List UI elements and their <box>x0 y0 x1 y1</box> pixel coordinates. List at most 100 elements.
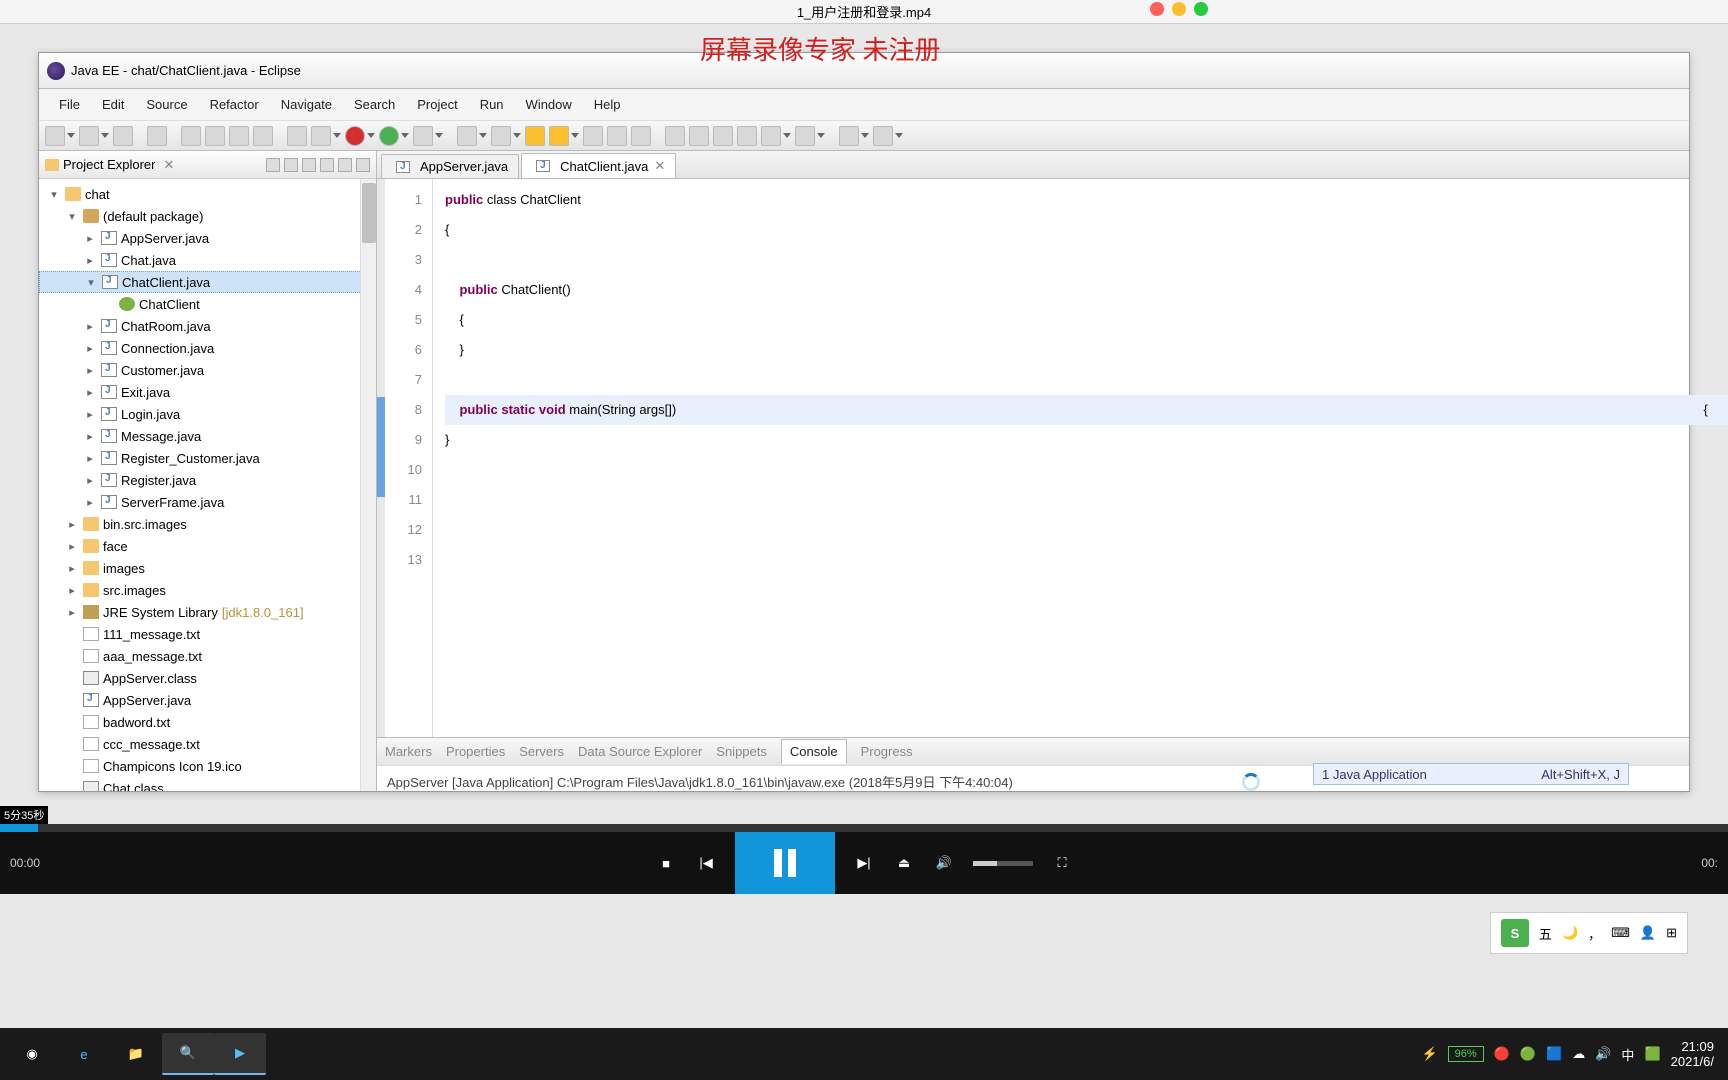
chevron-down-icon[interactable] <box>513 133 521 138</box>
stop-button[interactable]: ■ <box>655 852 677 874</box>
tree-node[interactable]: Champicons Icon 19.ico <box>39 755 376 777</box>
tree-node[interactable]: ▸Customer.java <box>39 359 376 381</box>
step-button[interactable] <box>229 126 249 146</box>
minimize-icon[interactable] <box>1172 2 1186 16</box>
tree-node[interactable]: Chat.class <box>39 777 376 791</box>
volume-slider[interactable] <box>973 861 1033 866</box>
tray-icon[interactable]: 🟢 <box>1520 1046 1536 1062</box>
prev-button[interactable]: |◀ <box>695 852 717 874</box>
tree-node[interactable]: ▸Chat.java <box>39 249 376 271</box>
chevron-down-icon[interactable] <box>479 133 487 138</box>
chevron-down-icon[interactable] <box>367 133 375 138</box>
tree-node[interactable]: ▾ChatClient.java <box>39 271 376 293</box>
tray-ime[interactable]: 中 <box>1621 1045 1634 1064</box>
mute-button[interactable]: 🔊 <box>933 852 955 874</box>
tree-node[interactable]: ccc_message.txt <box>39 733 376 755</box>
open-type-button[interactable] <box>525 126 545 146</box>
menu-help[interactable]: Help <box>584 93 631 116</box>
bottom-tab-properties[interactable]: Properties <box>446 744 505 759</box>
tree-node[interactable]: ▾(default package) <box>39 205 376 227</box>
step-button[interactable] <box>253 126 273 146</box>
tree-node[interactable]: AppServer.class <box>39 667 376 689</box>
toggle-button[interactable] <box>147 126 167 146</box>
maximize-view-icon[interactable] <box>356 158 370 172</box>
tree-node[interactable]: ▸Register_Customer.java <box>39 447 376 469</box>
annotation-button[interactable] <box>607 126 627 146</box>
tree-node[interactable]: ▸bin.src.images <box>39 513 376 535</box>
save-button[interactable] <box>79 126 99 146</box>
tree-node[interactable]: ▸ServerFrame.java <box>39 491 376 513</box>
chevron-down-icon[interactable] <box>401 133 409 138</box>
tray-icon[interactable]: ☁ <box>1572 1046 1585 1062</box>
editor-tab[interactable]: ChatClient.java✕ <box>521 153 676 178</box>
bottom-tab-servers[interactable]: Servers <box>519 744 564 759</box>
ime-keyboard-icon[interactable]: ⌨ <box>1611 925 1630 941</box>
new-button[interactable] <box>45 126 65 146</box>
misc-button[interactable] <box>761 126 781 146</box>
menu-source[interactable]: Source <box>136 93 197 116</box>
seek-bar[interactable]: 5分35秒 <box>0 824 1728 832</box>
pin-button[interactable] <box>689 126 709 146</box>
ime-person-icon[interactable]: 👤 <box>1640 925 1656 941</box>
tree-node[interactable]: ▸face <box>39 535 376 557</box>
tree-node[interactable]: ▸Register.java <box>39 469 376 491</box>
run-button[interactable] <box>379 126 399 146</box>
code-editor[interactable]: 1234 5678 910111213 public class ChatCli… <box>377 179 1689 737</box>
tray-icon[interactable]: 🔴 <box>1494 1046 1510 1062</box>
menu-file[interactable]: File <box>49 93 90 116</box>
build-button[interactable] <box>311 126 331 146</box>
minimize-view-icon[interactable] <box>338 158 352 172</box>
build-button[interactable] <box>287 126 307 146</box>
tree-node[interactable]: ▸JRE System Library[jdk1.8.0_161] <box>39 601 376 623</box>
open-task-button[interactable] <box>549 126 569 146</box>
tree-node[interactable]: ▸Login.java <box>39 403 376 425</box>
scrollbar-thumb[interactable] <box>362 183 376 243</box>
tree-node[interactable]: aaa_message.txt <box>39 645 376 667</box>
fullscreen-button[interactable]: ⛶ <box>1051 852 1073 874</box>
menu-project[interactable]: Project <box>407 93 467 116</box>
misc-button[interactable] <box>713 126 733 146</box>
ime-logo-icon[interactable]: S <box>1501 919 1529 947</box>
coverage-button[interactable] <box>413 126 433 146</box>
chevron-down-icon[interactable] <box>67 133 75 138</box>
link-editor-icon[interactable] <box>284 158 298 172</box>
tree-node[interactable]: ▸src.images <box>39 579 376 601</box>
tree-node[interactable]: 111_message.txt <box>39 623 376 645</box>
tree-node[interactable]: ▸Exit.java <box>39 381 376 403</box>
eject-button[interactable]: ⏏ <box>893 852 915 874</box>
tree-node[interactable]: ▸AppServer.java <box>39 227 376 249</box>
taskbar-player[interactable]: ▶ <box>214 1033 266 1075</box>
misc-button[interactable] <box>795 126 815 146</box>
ime-moon-icon[interactable]: 🌙 <box>1562 925 1578 941</box>
annotation-button[interactable] <box>631 126 651 146</box>
search-button[interactable] <box>583 126 603 146</box>
chevron-down-icon[interactable] <box>333 133 341 138</box>
redo-button[interactable] <box>205 126 225 146</box>
chevron-down-icon[interactable] <box>571 133 579 138</box>
tree-node[interactable]: ▸ChatRoom.java <box>39 315 376 337</box>
code-content[interactable]: public class ChatClient{ public ChatClie… <box>433 179 1689 737</box>
tray-icon[interactable]: 🟩 <box>1644 1046 1660 1062</box>
tray-icon[interactable]: 🟦 <box>1546 1046 1562 1062</box>
ime-comma-icon[interactable]: ， <box>1588 924 1601 943</box>
taskbar-ie[interactable]: e <box>58 1033 110 1075</box>
chevron-down-icon[interactable] <box>895 133 903 138</box>
bottom-tab-snippets[interactable]: Snippets <box>716 744 767 759</box>
close-view-icon[interactable]: ✕ <box>163 157 174 173</box>
start-button[interactable]: ◉ <box>6 1033 58 1075</box>
tree-node[interactable]: ▸images <box>39 557 376 579</box>
taskbar-explorer[interactable]: 📁 <box>110 1033 162 1075</box>
tree-node[interactable]: ChatClient <box>39 293 376 315</box>
bottom-tab-progress[interactable]: Progress <box>861 744 913 759</box>
close-tab-icon[interactable]: ✕ <box>654 158 665 174</box>
chevron-down-icon[interactable] <box>861 133 869 138</box>
new-jsp-button[interactable] <box>491 126 511 146</box>
clock-date[interactable]: 2021/6/ <box>1671 1054 1714 1069</box>
tree-node[interactable]: ▾chat <box>39 183 376 205</box>
editor-tab[interactable]: AppServer.java <box>381 154 519 178</box>
ime-grid-icon[interactable]: ⊞ <box>1666 925 1677 941</box>
clock-time[interactable]: 21:09 <box>1671 1039 1714 1054</box>
chevron-down-icon[interactable] <box>101 133 109 138</box>
menu-edit[interactable]: Edit <box>92 93 134 116</box>
bottom-tab-console[interactable]: Console <box>781 739 847 764</box>
